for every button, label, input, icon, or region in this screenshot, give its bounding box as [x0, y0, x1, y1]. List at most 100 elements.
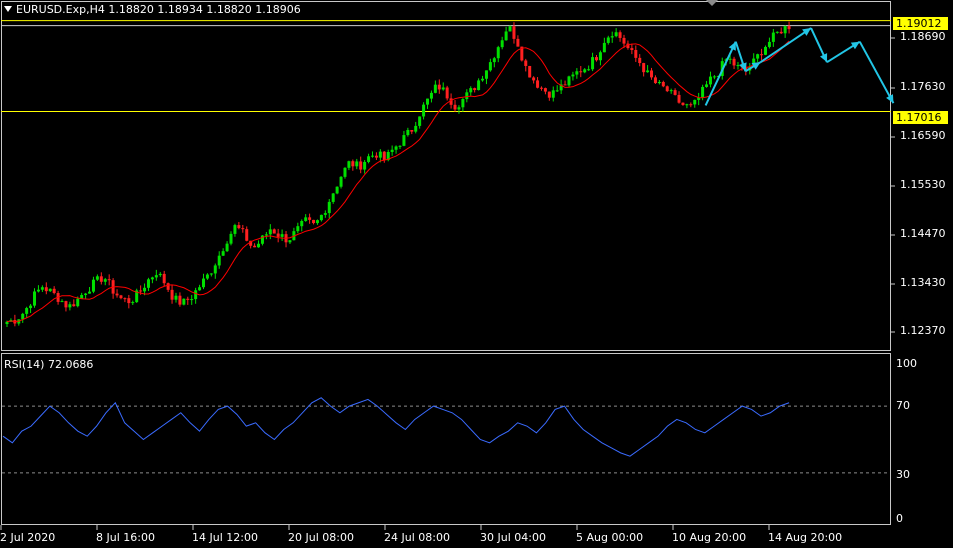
candle-body	[198, 287, 202, 291]
rsi-tick-label: 100	[896, 357, 917, 370]
candle-body	[257, 243, 261, 248]
candle-body	[363, 161, 367, 170]
candle-body	[146, 279, 150, 288]
candle-body	[763, 46, 767, 55]
candle-body	[767, 41, 771, 47]
candle-body	[465, 92, 469, 100]
candle-body	[331, 193, 335, 202]
candle-body	[253, 245, 257, 248]
candle-body	[606, 37, 610, 43]
candle-body	[48, 288, 52, 292]
candle-body	[587, 69, 591, 71]
candle-body	[162, 273, 166, 284]
candle-body	[225, 243, 229, 252]
candle-body	[728, 58, 732, 60]
time-tick-label: 14 Aug 20:00	[768, 531, 843, 544]
candle-body	[418, 116, 422, 126]
candle-body	[339, 176, 343, 187]
price-tick-label: 1.14470	[900, 227, 946, 240]
candle-body	[426, 98, 430, 105]
candle-body	[732, 58, 736, 66]
rsi-tick-label: 0	[896, 512, 903, 525]
candle-body	[154, 275, 158, 278]
candle-body	[563, 84, 567, 86]
price-tick-label: 1.15530	[900, 178, 946, 191]
time-tick-label: 2 Jul 2020	[0, 531, 56, 544]
candle-body	[300, 220, 304, 227]
candle-body	[315, 220, 319, 224]
candle-body	[91, 279, 95, 292]
candle-body	[543, 88, 547, 92]
candle-body	[355, 161, 359, 167]
candle-body	[610, 36, 614, 38]
candle-body	[370, 155, 374, 157]
candle-body	[367, 156, 371, 162]
candle-body	[500, 40, 504, 48]
candle-body	[414, 125, 418, 132]
candle-body	[123, 298, 127, 300]
candle-body	[787, 26, 791, 30]
candle-body	[512, 26, 516, 39]
candle-body	[445, 87, 449, 99]
candle-body	[60, 301, 64, 303]
candle-body	[528, 65, 532, 78]
candle-body	[29, 305, 33, 309]
candle-body	[595, 57, 598, 61]
candle-body	[139, 290, 143, 292]
candle-body	[304, 217, 308, 221]
candle-body	[107, 279, 111, 281]
time-tick-label: 8 Jul 16:00	[96, 531, 155, 544]
candle-body	[488, 62, 492, 71]
moving-average-line	[6, 40, 790, 323]
candle-body	[119, 295, 123, 299]
price-tick-label: 1.17630	[900, 80, 946, 93]
candle-body	[665, 86, 669, 92]
candle-body	[99, 276, 103, 282]
chart-shift-marker-icon[interactable]	[706, 0, 718, 6]
candle-body	[174, 295, 178, 300]
candle-body	[783, 26, 787, 34]
forecast-arrow-segment	[858, 41, 895, 104]
candle-body	[268, 229, 272, 235]
time-tick-label: 5 Aug 00:00	[576, 531, 644, 544]
price-tick-label: 1.16590	[900, 129, 946, 142]
candle-body	[575, 71, 579, 75]
candle-body	[276, 233, 280, 237]
candle-body	[21, 313, 25, 320]
dropdown-triangle-icon[interactable]	[4, 6, 12, 12]
candle-body	[150, 277, 154, 280]
candle-body	[677, 94, 681, 103]
rsi-header: RSI(14) 72.0686	[4, 358, 94, 371]
candle-body	[272, 229, 276, 234]
candle-body	[508, 26, 512, 32]
candle-body	[685, 104, 689, 106]
candle-body	[622, 37, 626, 44]
candle-body	[186, 298, 190, 300]
candle-body	[182, 298, 186, 305]
candle-body	[280, 234, 284, 237]
candle-body	[642, 63, 646, 73]
candle-body	[347, 161, 351, 168]
price-tick-label: 1.12370	[900, 324, 946, 337]
candle-body	[516, 38, 520, 47]
candle-body	[504, 31, 508, 41]
candle-body	[469, 88, 473, 93]
candle-body	[429, 92, 433, 99]
candle-body	[579, 71, 583, 73]
candle-body	[351, 161, 355, 167]
candle-body	[693, 99, 697, 105]
candle-body	[775, 31, 779, 33]
candle-body	[319, 214, 323, 221]
rsi-tick-label: 70	[896, 399, 910, 412]
candle-body	[390, 149, 394, 152]
candle-body	[33, 291, 37, 306]
candle-body	[398, 145, 402, 147]
candle-body	[657, 81, 661, 84]
candle-body	[638, 57, 642, 64]
candle-body	[477, 80, 481, 91]
candle-body	[760, 54, 764, 56]
symbol-header-text: EURUSD.Exp,H4 1.18820 1.18934 1.18820 1.…	[16, 3, 301, 16]
candle-body	[40, 287, 44, 290]
candle-body	[583, 69, 587, 73]
time-tick-label: 24 Jul 08:00	[384, 531, 450, 544]
